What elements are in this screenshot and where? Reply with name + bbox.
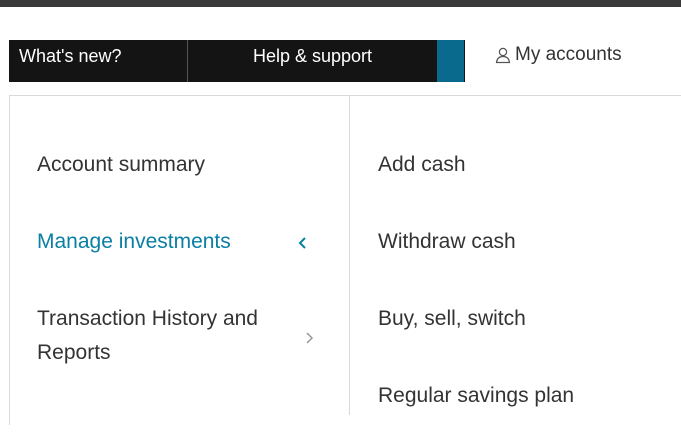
person-icon	[494, 46, 512, 64]
menu-item-transaction-history-line1: Transaction History and	[37, 307, 258, 330]
my-accounts-link[interactable]: My accounts	[494, 42, 622, 68]
menu-item-transaction-history-line2: Reports	[37, 341, 111, 364]
help-support-link[interactable]: Help & support	[188, 40, 437, 82]
menu-item-manage-investments[interactable]: Manage investments	[37, 225, 231, 259]
my-accounts-label: My accounts	[515, 44, 622, 65]
page: What's new? Help & support My accounts A…	[0, 0, 681, 436]
column-divider	[349, 95, 350, 415]
whats-new-link[interactable]: What's new?	[9, 40, 188, 82]
mega-menu	[9, 95, 681, 425]
menu-item-account-summary[interactable]: Account summary	[37, 148, 205, 182]
top-nav: What's new? Help & support	[9, 40, 465, 82]
menu-item-buy-sell-switch[interactable]: Buy, sell, switch	[378, 302, 526, 336]
chevron-left-icon[interactable]	[293, 233, 313, 253]
chevron-right-icon[interactable]	[300, 328, 320, 348]
menu-item-regular-savings-plan[interactable]: Regular savings plan	[378, 379, 574, 413]
menu-item-transaction-history[interactable]: Transaction History and Reports	[37, 302, 258, 370]
menu-item-add-cash[interactable]: Add cash	[378, 148, 466, 182]
menu-item-withdraw-cash[interactable]: Withdraw cash	[378, 225, 516, 259]
top-bar	[0, 0, 681, 7]
nav-accent	[437, 40, 464, 82]
